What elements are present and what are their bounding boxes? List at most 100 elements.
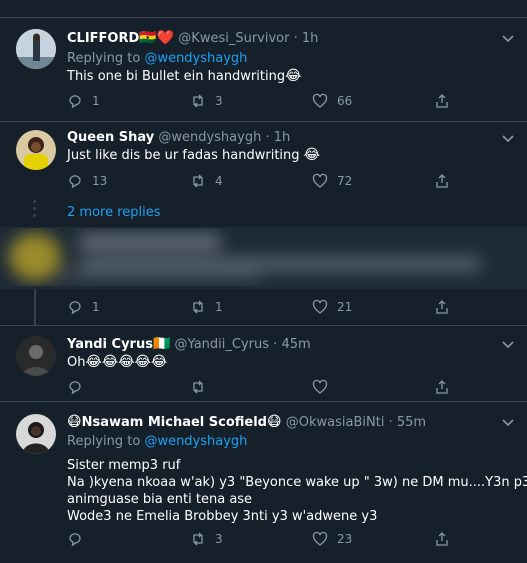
replying-to-label: Replying to: [67, 51, 141, 66]
retweet-count: 4: [215, 174, 223, 188]
separator-dot: ·: [293, 31, 298, 46]
share-icon: [436, 94, 448, 108]
reply-button[interactable]: [67, 379, 92, 395]
reply-icon: [69, 533, 81, 547]
retweet-count: 3: [215, 94, 223, 108]
retweet-icon: [193, 94, 203, 108]
tweet-queen-shay[interactable]: Queen Shay @wendyshaygh · 1h Just like d…: [0, 121, 527, 196]
author-name[interactable]: Queen Shay: [67, 130, 154, 145]
separator-dot: ·: [273, 337, 278, 352]
like-count: 66: [337, 94, 353, 108]
like-icon: [312, 93, 328, 108]
blurred-content: [0, 227, 527, 289]
tweet-text-line: Sister memp3 ruf: [67, 458, 181, 473]
text-emoji: 😂: [285, 68, 302, 84]
reply-count: 13: [92, 174, 108, 188]
tweet-text-line: animguase bia enti tena ase: [67, 492, 253, 507]
reply-button[interactable]: 1: [67, 93, 100, 109]
tweet-nsawam[interactable]: 😷Nsawam Michael Scofield😷 @OkwasiaBiNti …: [0, 401, 527, 563]
avatar[interactable]: [16, 336, 56, 376]
share-icon: [436, 174, 448, 188]
tweet-time[interactable]: 55m: [397, 415, 426, 430]
reply-icon: [69, 175, 81, 189]
like-button[interactable]: [312, 379, 337, 395]
reply-icon: [69, 381, 81, 395]
retweet-icon: [193, 300, 203, 314]
name-emoji: 🇨🇮: [152, 336, 171, 352]
avatar-image: [16, 29, 56, 69]
tweet-blurred[interactable]: 1 1 21: [0, 289, 527, 325]
tweet-text-line: Na )kyena nkoaa w'ak) y3 "Beyonce wake u…: [67, 475, 527, 490]
reply-icon: [69, 95, 81, 109]
share-icon: [436, 380, 448, 394]
author-handle[interactable]: @wendyshaygh: [158, 130, 261, 145]
chevron-down-icon[interactable]: [501, 418, 515, 428]
like-button[interactable]: 72: [312, 173, 352, 189]
replying-to-mention[interactable]: @wendyshaygh: [144, 51, 247, 66]
avatar[interactable]: [16, 130, 56, 170]
reply-button[interactable]: [67, 531, 92, 547]
avatar[interactable]: [16, 414, 56, 454]
separator-dot: ·: [265, 130, 270, 145]
tweet-time[interactable]: 45m: [281, 337, 310, 352]
share-button[interactable]: [434, 173, 459, 189]
reply-button[interactable]: 13: [67, 173, 107, 189]
like-button[interactable]: 66: [312, 93, 352, 109]
like-count: 21: [337, 300, 353, 314]
retweet-button[interactable]: [190, 379, 215, 395]
retweet-button[interactable]: 4: [190, 173, 223, 189]
reply-button[interactable]: 1: [67, 299, 100, 315]
author-name[interactable]: Yandi Cyrus: [67, 337, 153, 352]
tweet-text: This one bi Bullet ein handwriting: [67, 69, 286, 84]
tweet-text: Oh: [67, 355, 86, 370]
reply-count: 1: [92, 94, 100, 108]
reply-icon: [69, 301, 81, 315]
retweet-count: 1: [215, 300, 223, 314]
name-emoji: 😷: [267, 414, 282, 430]
author-handle[interactable]: @OkwasiaBiNti: [286, 415, 385, 430]
tweet-text: Just like dis be ur fadas handwriting: [67, 148, 300, 163]
share-button[interactable]: [434, 93, 459, 109]
tweet-yandi-cyrus[interactable]: Yandi Cyrus🇨🇮 @Yandii_Cyrus · 45m Oh😂😂😂😂…: [0, 325, 527, 401]
author-handle[interactable]: @Yandii_Cyrus: [175, 337, 269, 352]
share-button[interactable]: [434, 299, 459, 315]
replying-to-label: Replying to: [67, 434, 141, 449]
author-name[interactable]: CLIFFORD: [67, 31, 139, 46]
retweet-count: 3: [215, 532, 223, 546]
retweet-button[interactable]: 3: [190, 531, 223, 547]
retweet-icon: [193, 174, 203, 188]
avatar-image: [16, 414, 56, 454]
replying-to-mention[interactable]: @wendyshaygh: [144, 434, 247, 449]
like-icon: [312, 531, 328, 546]
avatar[interactable]: [16, 29, 56, 69]
author-name[interactable]: Nsawam Michael Scofield: [82, 415, 267, 430]
author-handle[interactable]: @Kwesi_Survivor: [178, 31, 289, 46]
retweet-icon: [193, 532, 203, 546]
avatar-image: [16, 336, 56, 376]
more-replies-link[interactable]: 2 more replies: [67, 205, 161, 220]
like-count: 23: [337, 532, 353, 546]
tweet-time[interactable]: 1h: [274, 130, 291, 145]
retweet-button[interactable]: 3: [190, 93, 223, 109]
retweet-button[interactable]: 1: [190, 299, 223, 315]
share-button[interactable]: [434, 531, 459, 547]
thread-dots: [33, 200, 37, 221]
chevron-down-icon[interactable]: [501, 340, 515, 350]
retweet-icon: [193, 380, 203, 394]
like-button[interactable]: 23: [312, 531, 352, 547]
avatar-image: [16, 130, 56, 170]
like-button[interactable]: 21: [312, 299, 352, 315]
like-icon: [312, 379, 328, 394]
like-icon: [312, 299, 328, 314]
share-icon: [436, 300, 448, 314]
like-count: 72: [337, 174, 353, 188]
tweet-time[interactable]: 1h: [302, 31, 319, 46]
share-button[interactable]: [434, 379, 459, 395]
reply-count: 1: [92, 300, 100, 314]
separator-dot: ·: [388, 415, 393, 430]
chevron-down-icon[interactable]: [501, 34, 515, 44]
tweet-text-line: Wode3 ne Emelia Brobbey 3nti y3 w'adwene…: [67, 509, 378, 524]
tweet-clifford[interactable]: CLIFFORD🇬🇭❤️ @Kwesi_Survivor · 1h Replyi…: [0, 17, 527, 121]
name-emoji-prefix: 😷: [67, 414, 82, 430]
chevron-down-icon[interactable]: [501, 134, 515, 144]
